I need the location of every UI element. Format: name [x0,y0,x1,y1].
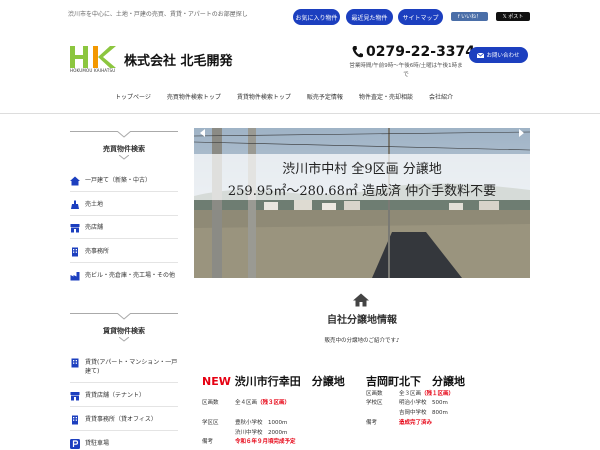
chevron-down-icon [117,131,131,138]
lots-value: 全４区画（残３区画） [235,400,291,406]
logo-subtext: HOKUMOU KAIHATSU [70,68,116,73]
company-name: 株式会社 北毛開発 [124,54,233,69]
phone-number[interactable]: 0279-22-3374 [352,44,475,60]
nav-company[interactable]: 会社紹介 [421,92,461,104]
nav-appraisal[interactable]: 物件査定・売却相談 [351,92,421,104]
sidebar-divider [70,382,178,383]
x-post-button[interactable]: 𝕏 ポスト [496,12,530,21]
property-title-2[interactable]: 吉岡町北下 分譲地 [366,373,465,389]
nav-sale-search[interactable]: 売買物件検索トップ [159,92,229,104]
new-badge: NEW [202,375,231,388]
school-1: 明治小学校 500m [399,400,448,406]
hero-slider[interactable]: 渋川市中村 全9区画 分譲地 259.95㎡～280.68㎡ 造成済 仲介手数料… [194,128,530,278]
sidebar-item-parking[interactable]: 貸駐車場 [70,439,178,449]
note-value: 造成完了済み [399,420,433,426]
facebook-like-button[interactable]: f いいね！ [451,12,488,21]
sidebar-divider [70,238,178,239]
chevron-down-icon [119,337,129,342]
note-label: 備考 [202,439,214,445]
parking-icon [70,439,80,449]
chevron-down-icon [119,155,129,160]
house-icon [353,293,369,307]
slide-headline: 渋川市中村 全9区画 分譲地 [282,162,442,177]
contact-button[interactable]: お問い合わせ [469,47,528,63]
note-label: 備考 [366,420,378,426]
chevron-down-icon [117,313,131,320]
recently-viewed-button[interactable]: 最近見た物件 [346,9,393,25]
sidebar-divider [70,430,178,431]
section-subtitle: 販売中の分譲地のご紹介です♪ [324,338,400,344]
nav-top[interactable]: トップページ [107,92,159,104]
lots-value: 全３区画（残１区画） [399,391,455,397]
sidebar-item-house[interactable]: 一戸建て（新築・中古） [70,176,178,186]
sidebar-divider [70,406,178,407]
favorites-button[interactable]: お気に入り物件 [293,9,340,25]
phone-icon [352,46,363,58]
school-1: 豊秋小学校 1000m [235,420,288,426]
store-icon [70,392,80,401]
section-title: 自社分譲地情報 [327,315,397,326]
nav-rent-search[interactable]: 賃貸物件検索トップ [229,92,299,104]
factory-icon [70,272,80,281]
nav-upcoming[interactable]: 販売予定情報 [299,92,351,104]
school-2: 吉岡中学校 800m [399,410,448,416]
sidebar-divider [70,262,178,263]
nav-divider [0,113,600,114]
main-nav: トップページ 売買物件検索トップ 賃貸物件検索トップ 販売予定情報 物件査定・売… [107,92,461,104]
land-icon [71,200,79,209]
lots-label: 区画数 [366,391,383,397]
subdivision-photo [194,128,530,278]
school-label: 学区区 [202,420,219,426]
rent-search-heading: 賃貸物件検索 [70,313,178,342]
building-icon [72,415,78,425]
sidebar-item-rental-store[interactable]: 賃貸店舗（テナント） [70,391,178,401]
slider-prev-arrow-icon[interactable] [198,128,208,138]
business-hours: 営業時間/午前9時～午後6時/土曜は午後1時まで [349,63,463,78]
lots-label: 区画数 [202,400,219,406]
slider-next-arrow-icon[interactable] [516,128,526,138]
site-tagline: 渋川市を中心に、土地・戸建の売買、賃貸・アパートのお部屋探し [68,11,248,18]
sidebar-divider [70,191,178,192]
mail-icon [477,52,485,58]
sale-search-heading: 売買物件検索 [70,131,178,160]
building-icon [72,247,78,257]
sidebar-item-store[interactable]: 売店舗 [70,223,178,233]
school-label: 学校区 [366,400,383,406]
house-icon [70,176,80,186]
sidebar-item-rental-home[interactable]: 賃貸(アパート・マンション・一戸建て) [70,358,178,376]
school-2: 渋川中学校 2000m [235,430,288,436]
sidebar-item-rental-office[interactable]: 賃貸事務所（貸オフィス） [70,415,178,425]
sidebar-item-other[interactable]: 売ビル・売倉庫・売工場・その他 [70,271,178,281]
note-value: 令和６年９月頃完成予定 [235,439,296,445]
slide-subheadline: 259.95㎡～280.68㎡ 造成済 仲介手数料不要 [227,184,497,199]
sitemap-button[interactable]: サイトマップ [398,9,443,25]
sidebar-item-office[interactable]: 売事務所 [70,247,178,257]
sidebar-divider [70,215,178,216]
apartment-icon [71,358,79,368]
store-icon [70,224,80,233]
property-title-1[interactable]: NEW 渋川市行幸田 分譲地 [202,373,345,389]
sidebar-item-land[interactable]: 売土地 [70,200,178,210]
